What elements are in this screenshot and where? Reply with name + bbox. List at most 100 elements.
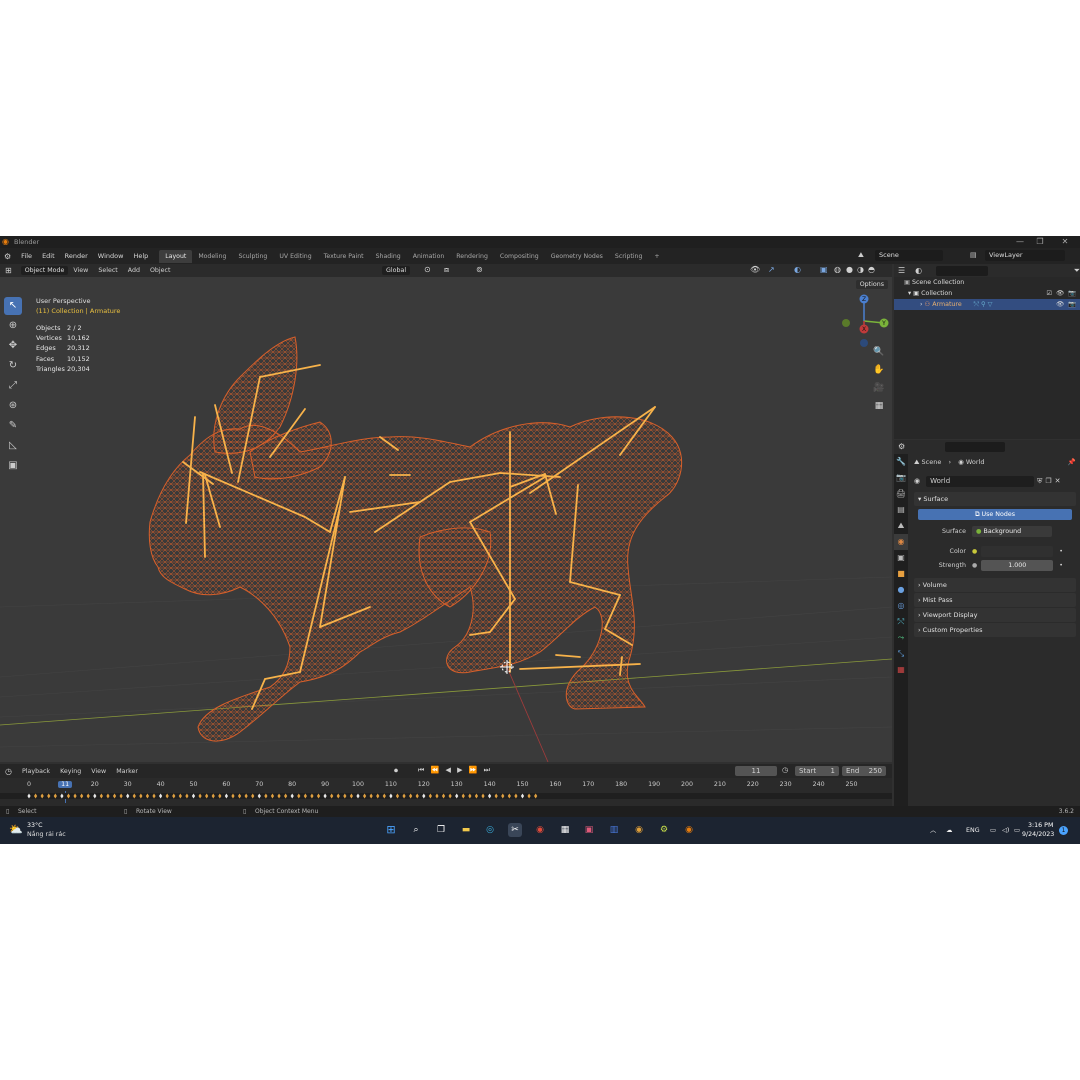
scene-icon[interactable]: ⛰ [858,251,864,260]
blender-taskbar-icon[interactable]: ◉ [682,823,696,837]
surface-shader-field[interactable]: ● Background [972,525,1052,537]
tool-tab-icon[interactable]: 🔧 [894,454,908,470]
weather-temp[interactable]: 33°C [27,822,43,829]
search-icon[interactable]: ⌕ [409,823,423,837]
timeline-menu-view[interactable]: View [86,768,111,775]
language-indicator[interactable]: ENG [966,817,980,844]
keyframe-dot-icon[interactable]: • [1059,548,1063,555]
transform-orientation[interactable]: Global [382,266,411,275]
viewport-menu-object[interactable]: Object [145,267,176,274]
battery-icon[interactable]: ▭ [1014,817,1020,844]
eye-icon[interactable]: 👁 [1056,299,1064,310]
outliner-search-input[interactable] [936,265,988,276]
menu-window[interactable]: Window [93,252,129,260]
current-frame-indicator[interactable]: 11 [58,781,73,788]
collection-tab-icon[interactable]: ▣ [894,550,908,566]
output-tab-icon[interactable]: 🖨 [894,486,908,502]
pivot-icon[interactable]: ⊙ [424,265,431,274]
cursor-tool-icon[interactable]: ⊕ [4,317,22,335]
menu-help[interactable]: Help [128,252,153,260]
properties-search-input[interactable] [945,441,1006,452]
viewport-menu-select[interactable]: Select [93,267,122,274]
3d-viewport[interactable]: ↖ ⊕ ✥ ↻ ⤢ ⊛ ✎ ◺ ▣ User Perspective (11) … [0,277,892,762]
viewport-menu-add[interactable]: Add [123,267,145,274]
task-view-icon[interactable]: ❐ [434,823,448,837]
start-frame-field[interactable]: Start 1 [795,766,839,776]
clock-time[interactable]: 3:16 PM [1028,822,1053,829]
menu-file[interactable]: File [16,252,37,260]
notes-icon[interactable]: ▥ [607,823,621,837]
color-swatch[interactable] [981,545,1054,557]
settings-app-icon[interactable]: ⚙ [657,823,671,837]
solid-shading-icon[interactable]: ● [846,265,853,274]
tab-texture-paint[interactable]: Texture Paint [318,250,370,263]
chrome-icon[interactable]: ◉ [533,823,547,837]
end-frame-field[interactable]: End 250 [842,766,886,776]
minimize-icon[interactable]: — [1010,236,1030,248]
properties-editor-icon[interactable]: ⚙ [898,442,905,451]
unlink-icon[interactable]: ✕ [1055,477,1061,485]
snipping-tool-icon[interactable]: ✂ [508,823,522,837]
world-icon[interactable]: ◉ [914,477,920,485]
rendered-shading-icon[interactable]: ◓ [868,265,875,274]
volume-panel-header[interactable]: › Volume [914,578,1076,592]
menu-render[interactable]: Render [60,252,93,260]
modifiers-tab-icon[interactable]: ● [894,582,908,598]
overlay-toggle-icon[interactable]: ◐ [794,265,801,274]
camera-icon[interactable]: 📷 [1068,299,1076,310]
chrome-profile-icon[interactable]: ◉ [632,823,646,837]
eye-icon[interactable]: 👁 [1056,288,1064,299]
mist-pass-panel-header[interactable]: › Mist Pass [914,593,1076,607]
navigation-gizmo[interactable]: Z Y X [836,291,892,347]
annotate-tool-icon[interactable]: ✎ [4,417,22,435]
xray-icon[interactable]: ▣ [820,265,828,274]
close-icon[interactable]: ✕ [1055,236,1075,248]
clock-date[interactable]: 9/24/2023 [1022,831,1054,838]
keyframe-strip[interactable] [0,793,892,799]
world-tab-icon[interactable]: ◉ [894,534,908,550]
cloud-icon[interactable]: ☁ [946,817,952,844]
scale-tool-icon[interactable]: ⤢ [4,377,22,395]
timeline-ruler[interactable]: 0102030405060708090100110120130140150160… [0,779,892,803]
material-shading-icon[interactable]: ◑ [857,265,864,274]
editor-type-icon[interactable]: ⊞ [0,266,17,275]
transform-tool-icon[interactable]: ⊛ [4,397,22,415]
use-nodes-button[interactable]: ⧉ Use Nodes [918,509,1072,520]
add-workspace-icon[interactable]: + [648,250,665,263]
playback-controls[interactable]: ⏮ ⏪ ◀ ▶ ⏩ ⏭ [418,766,492,775]
outliner-item-armature[interactable]: › ⚇ Armature ⤲ ⚲ ▽ 👁 📷 [894,299,1080,310]
weather-desc[interactable]: Nắng rải rác [27,831,66,838]
checkbox-icon[interactable]: ☑ [1046,288,1052,299]
tab-shading[interactable]: Shading [370,250,407,263]
visibility-icon[interactable]: 👁 [750,265,760,274]
notification-badge[interactable]: 1 [1059,826,1068,835]
clock-icon[interactable]: ◷ [782,766,788,774]
texture-tab-icon[interactable]: ▦ [894,662,908,678]
viewport-display-panel-header[interactable]: › Viewport Display [914,608,1076,622]
render-tab-icon[interactable]: 📷 [894,470,908,486]
pan-hand-icon[interactable]: ✋ [872,363,886,377]
tray-chevron-icon[interactable]: ︿ [930,817,936,844]
menu-edit[interactable]: Edit [37,252,60,260]
camera-icon[interactable]: 📷 [1068,288,1076,299]
scene-tab-icon[interactable]: ⛰ [894,518,908,534]
outliner-item-collection[interactable]: ▾ ▣ Collection ☑ 👁 📷 [894,288,1080,299]
tab-sculpting[interactable]: Sculpting [232,250,273,263]
tab-animation[interactable]: Animation [407,250,451,263]
zoom-icon[interactable]: 🔍 [872,345,886,359]
gizmo-toggle-icon[interactable]: ↗ [768,265,775,274]
options-dropdown[interactable]: Options [855,280,888,289]
pin-icon[interactable]: 📌 [1068,454,1076,470]
duplicate-icon[interactable]: ❐ [1045,477,1051,485]
view-layer-icon[interactable]: ▤ [970,251,977,259]
fake-user-icon[interactable]: ⛨ [1037,477,1042,486]
timeline-editor-icon[interactable]: ◷ [0,767,17,776]
data-tab-icon[interactable]: ⤳ [894,630,908,646]
record-icon[interactable]: ⏺ [394,766,398,776]
view-layer-tab-icon[interactable]: ▤ [894,502,908,518]
timeline-menu-marker[interactable]: Marker [111,768,143,775]
keyframe-dot-icon[interactable]: • [1059,562,1063,569]
display-mode-icon[interactable]: ◐ [915,266,922,275]
tab-geometry-nodes[interactable]: Geometry Nodes [545,250,609,263]
photos-icon[interactable]: ▣ [582,823,596,837]
